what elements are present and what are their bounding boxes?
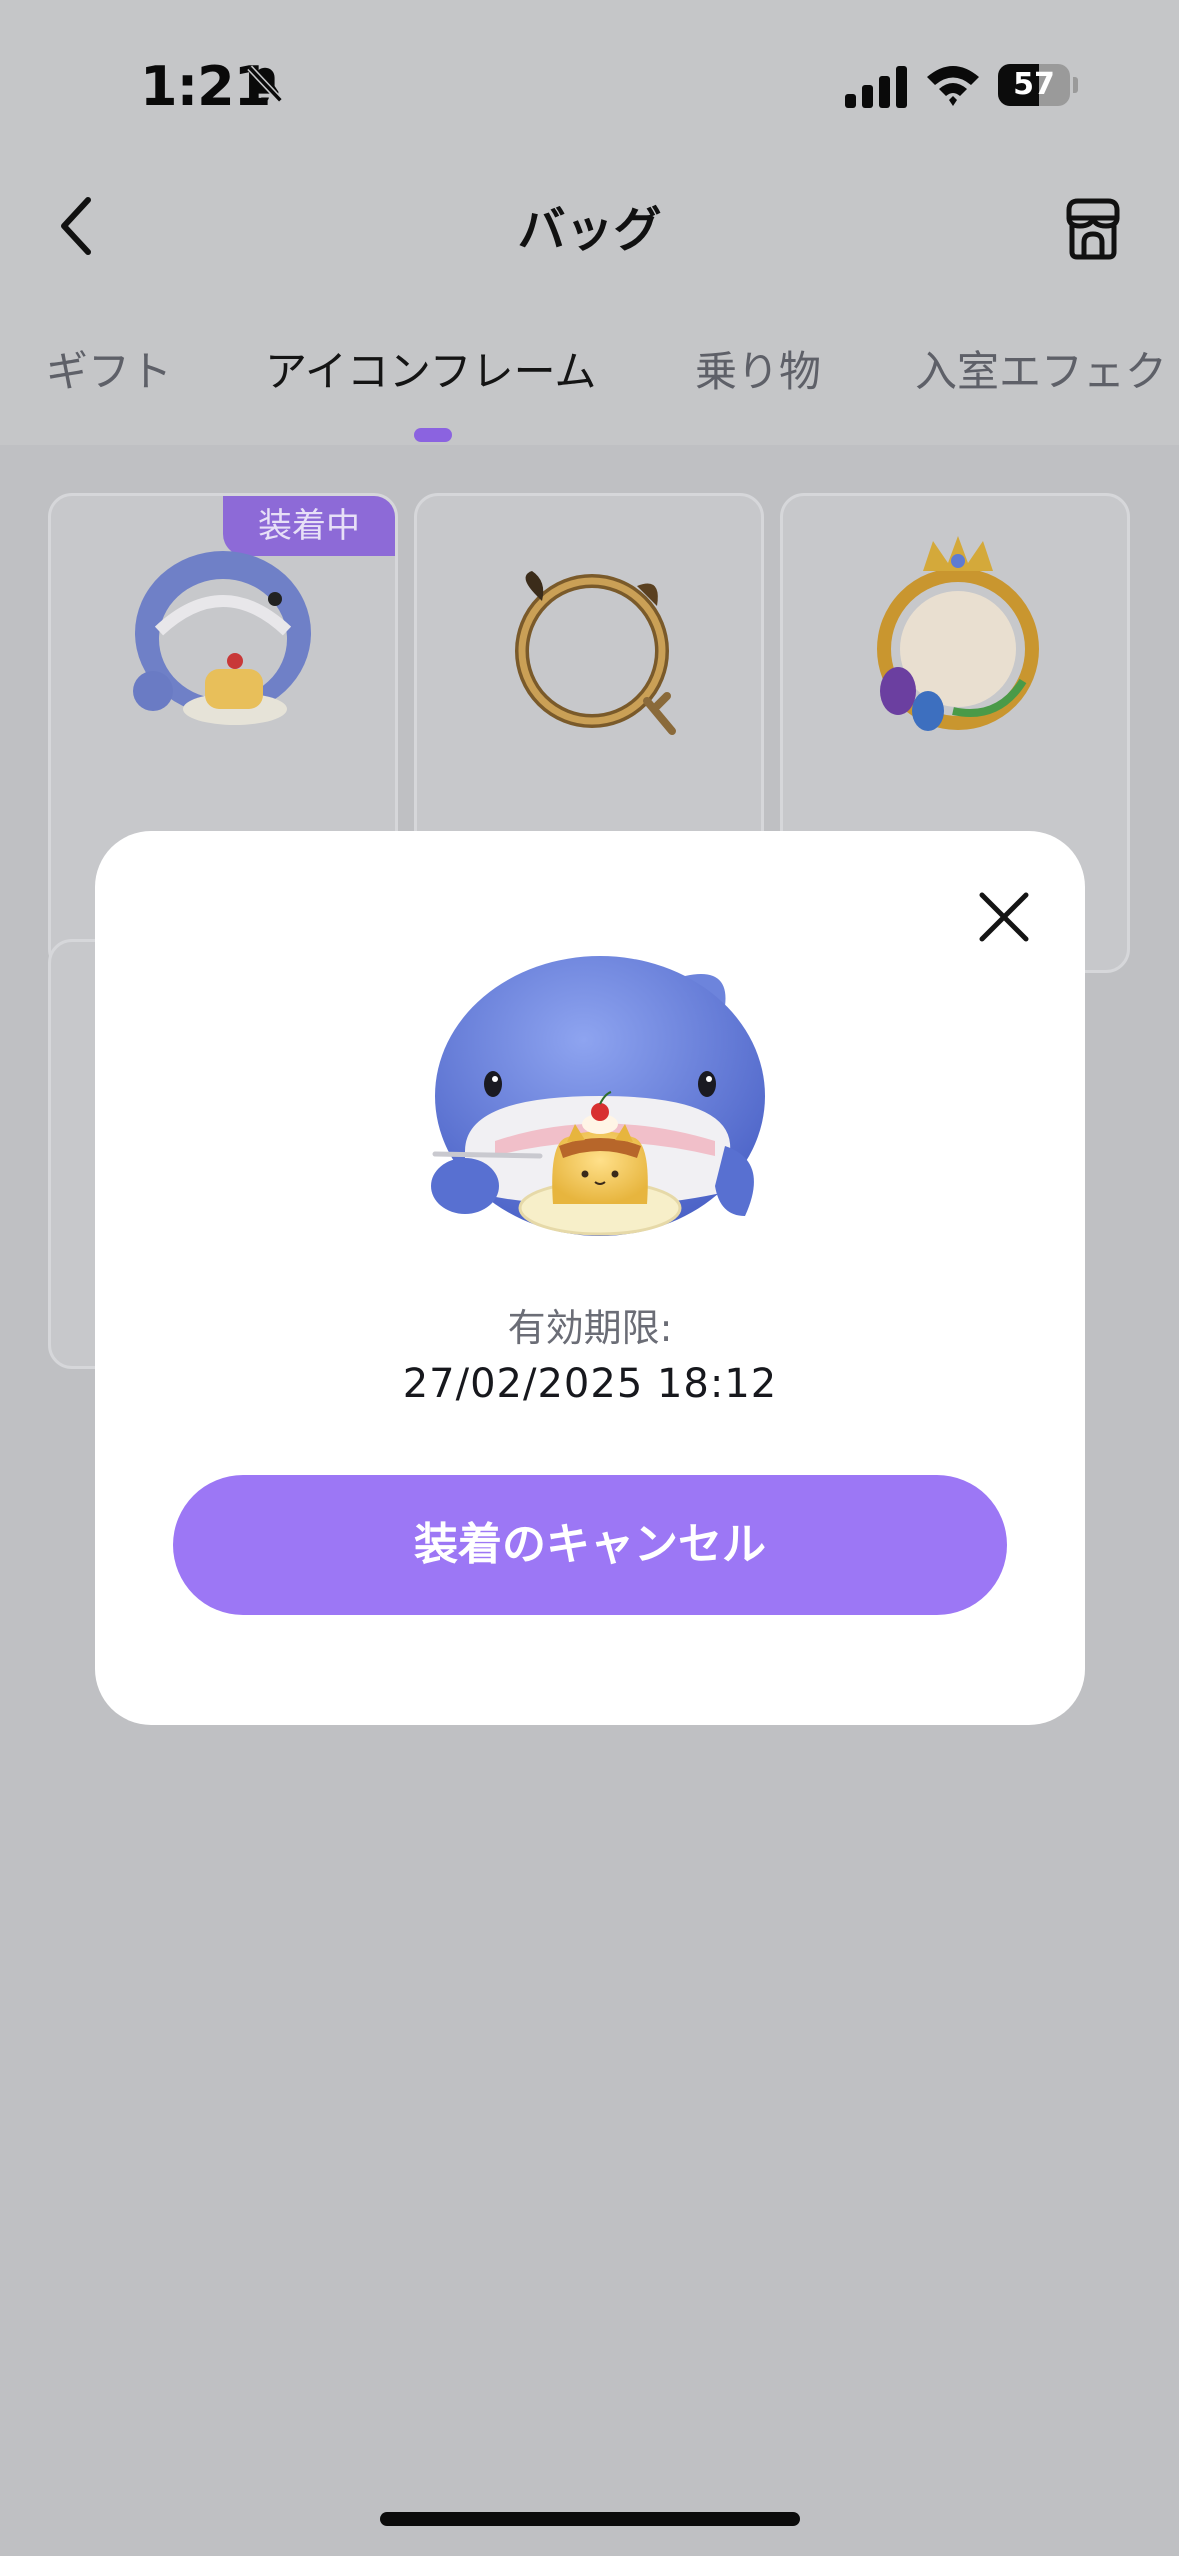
royal-egg-frame-icon [877, 536, 1039, 731]
close-icon [979, 892, 1029, 942]
bell-slash-icon [247, 65, 283, 103]
store-button[interactable] [1060, 196, 1126, 262]
cancel-equip-button[interactable]: 装着のキャンセル [173, 1475, 1007, 1615]
header: バッグ [0, 150, 1179, 300]
tab-entry-effect[interactable]: 入室エフェクト [915, 338, 1179, 399]
tab-gift[interactable]: ギフト [46, 338, 172, 399]
active-tab-indicator [414, 428, 452, 442]
battery-icon: 57 [998, 64, 1078, 106]
battery-level: 57 [1013, 67, 1055, 102]
close-button[interactable] [970, 883, 1038, 951]
page-title: バッグ [517, 202, 662, 258]
expiry-label: 有効期限: [507, 1306, 673, 1350]
status-bar: 1:21 57 [0, 0, 1179, 150]
signal-icon [845, 66, 907, 108]
gold-vine-frame-icon [515, 571, 676, 735]
wifi-icon [927, 66, 979, 106]
frame-detail-modal: 有効期限: 27/02/2025 18:12 装着のキャンセル [95, 831, 1085, 1725]
shark-pudding-frame-icon [431, 956, 765, 1236]
home-indicator [380, 2512, 800, 2526]
expiry-value: 27/02/2025 18:12 [402, 1361, 778, 1407]
tab-bar: ギフト アイコンフレーム 乗り物 入室エフェクト [0, 300, 1179, 445]
tab-vehicle[interactable]: 乗り物 [695, 338, 821, 399]
shark-frame-icon [133, 551, 311, 725]
tab-icon-frame[interactable]: アイコンフレーム [265, 338, 596, 399]
store-icon [1066, 198, 1120, 260]
